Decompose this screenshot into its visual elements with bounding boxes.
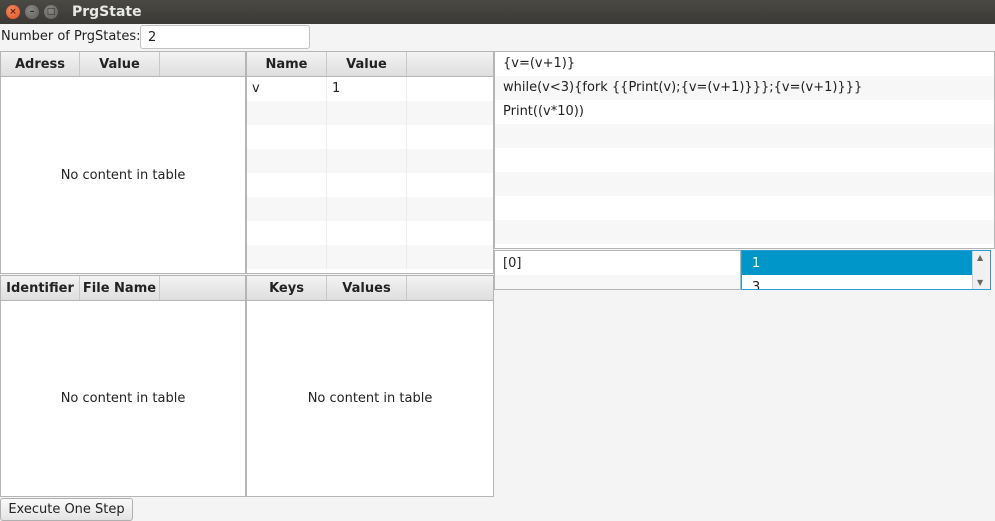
symbol-table-header: Name Value xyxy=(247,52,493,77)
table-row-empty xyxy=(247,221,493,245)
list-item[interactable]: [0] xyxy=(495,251,740,275)
maximize-icon: □ xyxy=(46,6,56,17)
file-column-filename[interactable]: File Name xyxy=(80,276,160,300)
prgstate-window: × – □ PrgState Number of PrgStates: 2 Ad… xyxy=(0,0,995,521)
maximize-window-button[interactable]: □ xyxy=(44,5,58,19)
file-table-header: Identifier File Name xyxy=(1,276,245,301)
minimize-window-button[interactable]: – xyxy=(25,5,39,19)
output-list[interactable]: [0] xyxy=(494,250,741,290)
heap-table[interactable]: Adress Value No content in table xyxy=(0,51,246,274)
list-item-empty xyxy=(495,220,994,244)
prgstate-list-scrollbar[interactable]: ▲ ▼ xyxy=(972,251,990,289)
heap-table-header: Adress Value xyxy=(1,52,245,77)
list-item[interactable]: {v=(v+1)} xyxy=(495,52,994,76)
symbol-table[interactable]: Name Value v 1 xyxy=(246,51,494,274)
execute-one-step-button[interactable]: Execute One Step xyxy=(0,498,133,521)
file-column-identifier[interactable]: Identifier xyxy=(1,276,80,300)
table-row-empty xyxy=(247,245,493,269)
minimize-icon: – xyxy=(29,6,35,17)
keys-header-filler xyxy=(407,276,493,300)
window-title: PrgState xyxy=(72,4,142,20)
keys-column[interactable]: Keys xyxy=(247,276,327,300)
values-column[interactable]: Values xyxy=(327,276,407,300)
heap-column-value[interactable]: Value xyxy=(80,52,160,76)
list-item-empty xyxy=(495,196,994,220)
list-item-empty xyxy=(495,124,994,148)
symbol-header-filler xyxy=(407,52,493,76)
keys-values-table[interactable]: Keys Values No content in table xyxy=(246,275,494,497)
symbol-column-value[interactable]: Value xyxy=(327,52,407,76)
prgstate-id-item-selected[interactable]: 1 xyxy=(742,251,973,275)
list-item[interactable]: Print((v*10)) xyxy=(495,100,994,124)
table-row-empty xyxy=(247,197,493,221)
table-row-empty xyxy=(247,125,493,149)
list-item[interactable]: while(v<3){fork {{Print(v);{v=(v+1)}}};{… xyxy=(495,76,994,100)
file-table[interactable]: Identifier File Name No content in table xyxy=(0,275,246,497)
scroll-down-icon[interactable]: ▼ xyxy=(977,279,983,287)
prgstates-count-field[interactable]: 2 xyxy=(140,25,310,49)
scroll-up-icon[interactable]: ▲ xyxy=(977,254,983,262)
file-header-filler xyxy=(160,276,245,300)
list-item-empty xyxy=(495,172,994,196)
list-item-empty xyxy=(495,275,740,289)
table-row-empty xyxy=(247,101,493,125)
heap-empty-message: No content in table xyxy=(60,167,186,183)
keys-table-header: Keys Values xyxy=(247,276,493,301)
symbol-value-cell[interactable]: 1 xyxy=(327,77,407,101)
prgstates-count-label: Number of PrgStates: xyxy=(1,29,141,44)
table-row-empty xyxy=(247,149,493,173)
table-row-empty xyxy=(247,173,493,197)
execution-stack-list[interactable]: {v=(v+1)} while(v<3){fork {{Print(v);{v=… xyxy=(494,51,995,249)
prgstate-id-item[interactable]: 3 xyxy=(742,275,973,289)
close-icon: × xyxy=(9,6,17,17)
list-item-empty xyxy=(495,148,994,172)
title-bar: × – □ PrgState xyxy=(0,0,995,24)
heap-header-filler xyxy=(160,52,245,76)
symbol-column-name[interactable]: Name xyxy=(247,52,327,76)
keys-empty-message: No content in table xyxy=(307,391,433,406)
symbol-name-cell[interactable]: v xyxy=(247,77,327,101)
heap-column-address[interactable]: Adress xyxy=(1,52,80,76)
close-window-button[interactable]: × xyxy=(6,5,20,19)
table-row[interactable]: v 1 xyxy=(247,77,493,101)
file-empty-message: No content in table xyxy=(60,391,186,406)
prgstate-id-list[interactable]: 1 3 ▲ ▼ xyxy=(741,250,991,290)
